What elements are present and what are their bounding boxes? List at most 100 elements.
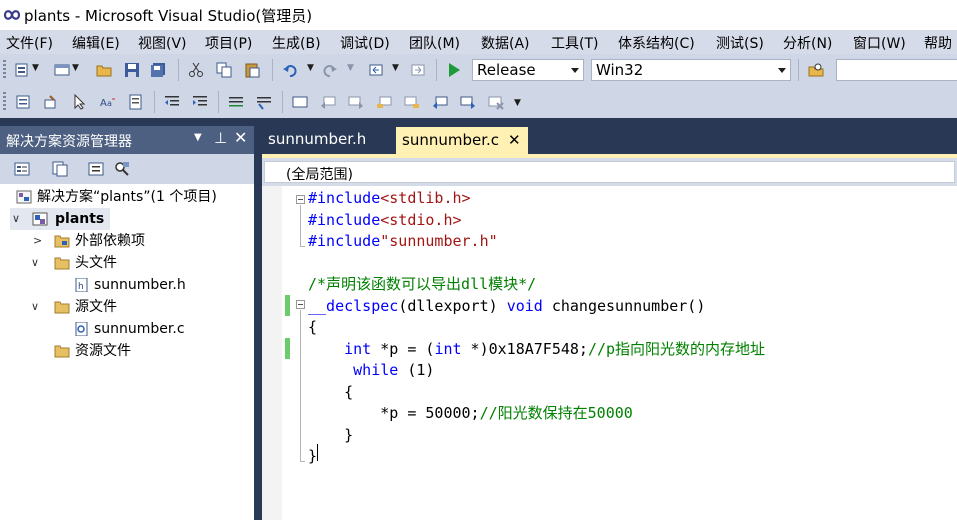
copy-icon[interactable] — [216, 62, 232, 78]
menu-edit[interactable]: 编辑(E) — [72, 33, 120, 53]
uncomment-lines-icon[interactable] — [256, 94, 272, 110]
properties-icon[interactable] — [14, 161, 30, 177]
collapse-toggle-icon[interactable] — [296, 195, 305, 204]
chevron-down-icon[interactable]: ▼ — [307, 63, 314, 73]
panel-splitter[interactable] — [254, 126, 262, 520]
previous-bookmark-icon[interactable] — [320, 94, 336, 110]
add-item-icon[interactable] — [54, 62, 70, 78]
parameter-info-icon[interactable] — [44, 94, 60, 110]
decrease-indent-icon[interactable] — [164, 94, 180, 110]
chevron-down-icon[interactable]: ∨ — [31, 252, 41, 269]
code-line[interactable]: int *p = (int *)0x18A7F548;//p指向阳光数的内存地址 — [308, 339, 765, 360]
configuration-dropdown[interactable]: Release — [472, 59, 584, 81]
collapse-toggle-icon[interactable] — [296, 300, 305, 309]
start-debugging-icon[interactable] — [446, 62, 462, 78]
undo-icon[interactable] — [282, 62, 298, 78]
new-project-icon[interactable] — [14, 62, 30, 78]
tree-item-label: 解决方案“plants”(1 个项目) — [37, 189, 217, 205]
tab-sunnumber-h[interactable]: sunnumber.h — [268, 130, 366, 148]
menu-window[interactable]: 窗口(W) — [853, 33, 906, 53]
comment-lines-icon[interactable] — [228, 94, 244, 110]
toolbar-overflow-chevron-icon[interactable]: ▼ — [514, 98, 521, 108]
next-bookmark-in-document-icon[interactable] — [460, 94, 476, 110]
scope-dropdown[interactable] — [264, 161, 955, 183]
increase-indent-icon[interactable] — [192, 94, 208, 110]
code-line[interactable]: #include<stdio.h> — [308, 210, 462, 231]
tree-item-sunnumber-h[interactable]: h sunnumber.h — [0, 274, 254, 296]
tab-sunnumber-c[interactable]: sunnumber.c ✕ — [396, 127, 528, 154]
code-line[interactable]: #include<stdlib.h> — [308, 188, 471, 209]
code-token: #include — [308, 189, 381, 207]
chevron-down-icon[interactable]: ∨ — [31, 296, 41, 313]
code-token: } — [308, 447, 318, 465]
code-token: <stdlib.h> — [380, 189, 471, 207]
code-line[interactable]: } — [308, 425, 353, 446]
open-folder-icon[interactable] — [96, 62, 112, 78]
save-icon[interactable] — [124, 62, 140, 78]
toggle-bookmark-icon[interactable] — [292, 94, 308, 110]
save-all-icon[interactable] — [150, 62, 166, 78]
chevron-right-icon[interactable]: > — [33, 230, 43, 247]
code-token: __declspec — [308, 296, 399, 315]
list-members-icon[interactable] — [128, 94, 144, 110]
menu-test[interactable]: 测试(S) — [716, 33, 764, 53]
code-line[interactable]: { — [308, 382, 353, 403]
close-icon[interactable]: ✕ — [508, 131, 521, 149]
menu-file[interactable]: 文件(F) — [6, 33, 53, 53]
navigate-forward-icon[interactable] — [410, 62, 426, 78]
previous-bookmark-in-document-icon[interactable] — [432, 94, 448, 110]
menu-project[interactable]: 项目(P) — [205, 33, 252, 53]
refresh-icon[interactable] — [88, 161, 104, 177]
tree-item-header-files[interactable]: ∨ 头文件 — [0, 252, 254, 274]
tree-item-resource-files[interactable]: 资源文件 — [0, 340, 254, 362]
menu-view[interactable]: 视图(V) — [138, 33, 187, 53]
tree-item-source-files[interactable]: ∨ 源文件 — [0, 296, 254, 318]
code-line[interactable]: __declspec(dllexport) void changesunnumb… — [308, 296, 705, 317]
tree-item-external-dependencies[interactable]: > 外部依赖项 — [0, 230, 254, 252]
clear-bookmarks-icon[interactable] — [488, 94, 504, 110]
code-line[interactable]: /*声明该函数可以导出dll模块*/ — [308, 274, 536, 295]
previous-bookmark-in-folder-icon[interactable] — [376, 94, 392, 110]
chevron-down-icon[interactable]: ▼ — [392, 63, 399, 73]
menu-debug[interactable]: 调试(D) — [340, 33, 390, 53]
code-line[interactable]: #include"sunnumber.h" — [308, 231, 498, 252]
menu-team[interactable]: 团队(M) — [409, 33, 460, 53]
cut-icon[interactable] — [188, 62, 204, 78]
code-line[interactable]: { — [308, 317, 317, 338]
next-bookmark-in-folder-icon[interactable] — [404, 94, 420, 110]
toolbar-grip[interactable] — [3, 92, 6, 112]
show-all-files-icon[interactable] — [52, 161, 68, 177]
close-icon[interactable]: ✕ — [234, 128, 247, 147]
code-line[interactable]: *p = 50000;//阳光数保持在50000 — [308, 403, 633, 424]
redo-icon[interactable] — [322, 62, 338, 78]
chevron-down-icon[interactable]: ▼ — [32, 63, 39, 73]
find-in-files-icon[interactable] — [808, 62, 824, 78]
navigation-bar: (全局范围) — [262, 158, 957, 186]
find-input[interactable] — [836, 59, 957, 81]
menu-architecture[interactable]: 体系结构(C) — [618, 33, 695, 53]
quick-info-icon[interactable] — [72, 94, 88, 110]
menu-analyze[interactable]: 分析(N) — [783, 33, 832, 53]
navigate-backward-icon[interactable] — [368, 62, 384, 78]
menu-data[interactable]: 数据(A) — [481, 33, 530, 53]
platform-dropdown[interactable]: Win32 — [591, 59, 791, 81]
chevron-down-icon[interactable]: ▼ — [72, 63, 79, 73]
svg-text:a: a — [107, 99, 112, 108]
chevron-down-icon[interactable]: ∨ — [12, 208, 22, 225]
code-line[interactable]: } — [308, 446, 317, 467]
menu-build[interactable]: 生成(B) — [272, 33, 321, 53]
window-position-dropdown-icon[interactable]: ▼ — [194, 132, 202, 143]
display-object-member-list-icon[interactable] — [16, 94, 32, 110]
pin-icon[interactable]: ⊥ — [214, 129, 227, 147]
code-line[interactable]: while (1) — [308, 360, 434, 381]
tree-item-project-plants[interactable]: ∨ plants — [10, 208, 110, 230]
next-bookmark-icon[interactable] — [348, 94, 364, 110]
complete-word-icon[interactable]: Aa — [100, 94, 116, 110]
menu-tools[interactable]: 工具(T) — [551, 33, 598, 53]
chevron-down-icon[interactable]: ▼ — [347, 63, 354, 73]
paste-icon[interactable] — [244, 62, 260, 78]
menu-help[interactable]: 帮助 — [924, 33, 952, 53]
view-class-diagram-icon[interactable] — [114, 161, 130, 177]
tree-item-sunnumber-c[interactable]: sunnumber.c — [0, 318, 254, 340]
toolbar-grip[interactable] — [3, 60, 6, 80]
